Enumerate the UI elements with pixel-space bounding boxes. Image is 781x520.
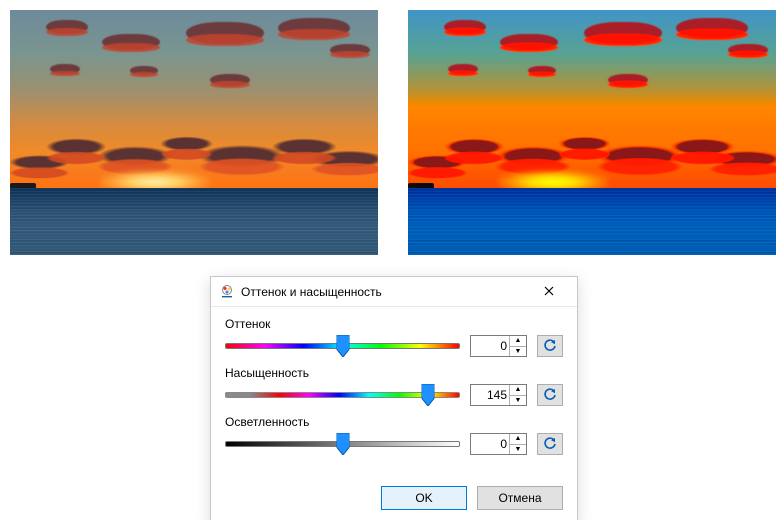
lightness-slider[interactable] [225, 432, 460, 456]
hue-slider-thumb[interactable] [336, 335, 349, 357]
hue-label: Оттенок [225, 317, 563, 331]
close-icon [544, 285, 554, 299]
undo-arrow-icon [543, 338, 557, 355]
saturation-label: Насыщенность [225, 366, 563, 380]
undo-arrow-icon [543, 436, 557, 453]
saturation-spin-down[interactable]: ▼ [510, 396, 526, 406]
preview-image-adjusted [408, 10, 776, 255]
hue-saturation-dialog: Оттенок и насыщенность Оттенок [210, 276, 578, 520]
lightness-slider-thumb[interactable] [336, 433, 349, 455]
lightness-spin-down[interactable]: ▼ [510, 445, 526, 455]
lightness-reset-button[interactable] [537, 433, 563, 455]
saturation-spin-up[interactable]: ▲ [510, 385, 526, 396]
lightness-value-input[interactable] [471, 434, 509, 454]
cancel-button[interactable]: Отмена [477, 486, 563, 510]
saturation-value-input[interactable] [471, 385, 509, 405]
saturation-reset-button[interactable] [537, 384, 563, 406]
dialog-title: Оттенок и насыщенность [241, 285, 527, 299]
hue-row: Оттенок ▲ ▼ [225, 317, 563, 358]
lightness-row: Осветленность ▲ ▼ [225, 415, 563, 456]
saturation-row: Насыщенность ▲ ▼ [225, 366, 563, 407]
ok-button[interactable]: OK [381, 486, 467, 510]
app-icon [219, 284, 235, 300]
saturation-spinbox[interactable]: ▲ ▼ [470, 384, 527, 406]
lightness-label: Осветленность [225, 415, 563, 429]
saturation-slider[interactable] [225, 383, 460, 407]
lightness-spinbox[interactable]: ▲ ▼ [470, 433, 527, 455]
hue-spinbox[interactable]: ▲ ▼ [470, 335, 527, 357]
hue-reset-button[interactable] [537, 335, 563, 357]
hue-spin-down[interactable]: ▼ [510, 347, 526, 357]
saturation-slider-thumb[interactable] [421, 384, 434, 406]
hue-value-input[interactable] [471, 336, 509, 356]
hue-spin-up[interactable]: ▲ [510, 336, 526, 347]
undo-arrow-icon [543, 387, 557, 404]
close-button[interactable] [527, 278, 571, 306]
lightness-spin-up[interactable]: ▲ [510, 434, 526, 445]
preview-image-original [10, 10, 378, 255]
hue-slider[interactable] [225, 334, 460, 358]
dialog-titlebar[interactable]: Оттенок и насыщенность [211, 277, 577, 307]
